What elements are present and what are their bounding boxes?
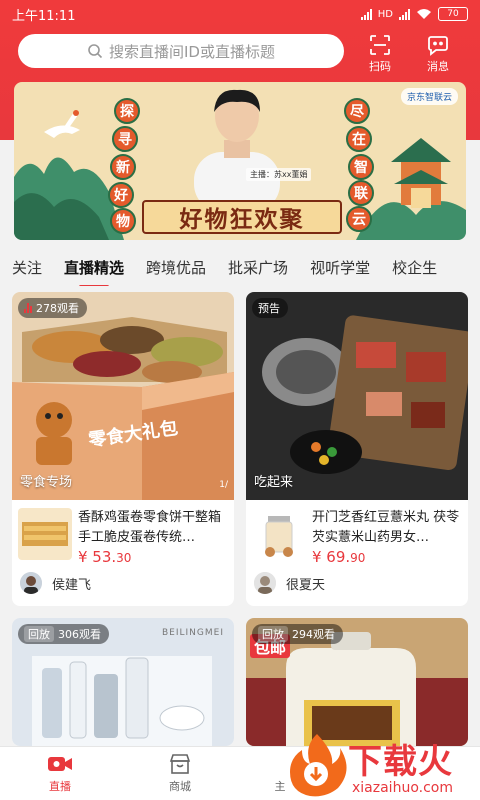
banner-char: 新	[110, 154, 136, 180]
live-card[interactable]: 零食大礼包 278观看 零食专场 1/ 香酥鸡蛋卷零食饼干整箱手工脆皮蛋卷传统……	[12, 292, 234, 606]
viewer-badge: 278观看	[18, 298, 87, 318]
banner-char: 在	[346, 126, 372, 152]
tab-school-enterprise[interactable]: 校企生	[392, 257, 437, 278]
replay-label: 回放	[258, 626, 288, 642]
banner-char: 好	[108, 182, 134, 208]
shop-icon	[169, 754, 191, 774]
watermark-text: 下载火	[348, 742, 453, 782]
viewer-count: 294观看	[292, 628, 335, 641]
brand-print: BEILINGMEI	[162, 628, 224, 638]
search-icon	[88, 44, 103, 59]
banner-pavilion	[356, 138, 466, 240]
replay-badge: 回放 294观看	[252, 624, 343, 644]
message-icon	[428, 36, 448, 56]
live-cover-image: 零食大礼包 278观看 零食专场 1/	[12, 292, 234, 500]
watermark-site: xiazaihuo.com	[352, 780, 453, 796]
promo-banner[interactable]: 京东智联云 主播：苏xx董娟 探 寻 新 好 物 尽 在 智 联 云 好物狂欢聚	[14, 82, 466, 240]
tab-featured-live[interactable]: 直播精选	[64, 257, 124, 278]
wifi-icon	[417, 9, 431, 19]
tab-audio-video[interactable]: 视听学堂	[310, 257, 370, 278]
viewer-count: 278观看	[36, 302, 79, 315]
tab-cross-border[interactable]: 跨境优品	[146, 257, 206, 278]
anchor-info[interactable]: 侯建飞	[20, 572, 91, 594]
snack-box-illustration	[12, 292, 234, 500]
price-main: ¥ 53.	[78, 548, 117, 566]
banner-char: 智	[348, 154, 374, 180]
tab-wholesale[interactable]: 批采广场	[228, 257, 288, 278]
viewer-count: 306观看	[58, 628, 101, 641]
avatar	[254, 572, 276, 594]
live-caption: 零食专场	[20, 475, 73, 490]
search-placeholder: 搜索直播间ID或直播标题	[109, 42, 275, 61]
banner-char: 联	[348, 180, 374, 206]
search-input[interactable]: 搜索直播间ID或直播标题	[18, 34, 344, 68]
live-cover-image: 预告 吃起来	[246, 292, 468, 500]
banner-char: 寻	[112, 126, 138, 152]
message-label: 消息	[427, 60, 449, 73]
nav-mall[interactable]: 商城	[140, 753, 220, 794]
avatar	[20, 572, 42, 594]
page-indicator: 1/	[219, 480, 228, 490]
status-bar: 上午11:11 HD 70	[0, 0, 480, 28]
status-icons: HD 70	[360, 7, 468, 21]
message-button[interactable]: 消息	[416, 34, 460, 74]
product-title: 香酥鸡蛋卷零食饼干整箱手工脆皮蛋卷传统…	[78, 510, 222, 545]
price-main: ¥ 69.	[312, 548, 351, 566]
product-thumbnail	[18, 508, 72, 560]
flame-logo-icon	[290, 734, 347, 797]
product-row[interactable]: 开门芝香红豆薏米丸 茯苓芡实薏米山药男女… ¥ 69.90	[252, 508, 462, 568]
nav-live-label: 直播	[49, 780, 71, 793]
banner-char: 尽	[344, 98, 370, 124]
replay-badge: 回放 306观看	[18, 624, 109, 644]
watermark: 下载火 xiazaihuo.com	[282, 730, 480, 800]
live-cover-image: 包邮 回放 294观看	[246, 618, 468, 746]
anchor-name: 侯建飞	[52, 577, 92, 593]
product-row[interactable]: 香酥鸡蛋卷零食饼干整箱手工脆皮蛋卷传统… ¥ 53.30	[18, 508, 228, 568]
live-cover-image: BEILINGMEI 回放 306观看	[12, 618, 234, 746]
live-card[interactable]: BEILINGMEI 回放 306观看	[12, 618, 234, 746]
banner-char: 物	[110, 208, 136, 234]
signal-icon-2	[399, 8, 410, 20]
live-indicator-icon	[24, 303, 32, 313]
live-card[interactable]: 包邮 回放 294观看	[246, 618, 468, 746]
category-tabs: 关注 直播精选 跨境优品 批采广场 视听学堂 校企生	[0, 248, 480, 286]
network-label: HD	[377, 8, 393, 20]
host-portrait	[194, 89, 280, 208]
product-title: 开门芝香红豆薏米丸 茯苓芡实薏米山药男女…	[312, 510, 460, 545]
anchor-name: 很夏天	[286, 577, 326, 593]
banner-title: 好物狂欢聚	[142, 200, 342, 234]
battery-icon: 70	[438, 7, 468, 21]
product-price: ¥ 69.90	[312, 548, 365, 566]
tab-follow[interactable]: 关注	[12, 257, 42, 278]
bbq-illustration	[246, 292, 468, 500]
live-camera-icon	[48, 757, 72, 771]
preview-badge: 预告	[252, 298, 288, 318]
brand-tag: 京东智联云	[400, 88, 458, 105]
preview-label: 预告	[258, 302, 280, 315]
banner-char: 云	[346, 206, 372, 232]
product-thumbnail	[252, 508, 306, 560]
nav-live[interactable]: 直播	[20, 753, 100, 794]
scan-icon	[370, 35, 390, 55]
live-caption: 吃起来	[254, 475, 294, 490]
product-price: ¥ 53.30	[78, 548, 131, 566]
live-card[interactable]: 预告 吃起来 开门芝香红豆薏米丸 茯苓芡实薏米山药男女… ¥ 69.90 很夏天	[246, 292, 468, 606]
scan-label: 扫码	[369, 60, 391, 73]
replay-label: 回放	[24, 626, 54, 642]
scan-button[interactable]: 扫码	[358, 34, 402, 74]
anchor-info[interactable]: 很夏天	[254, 572, 325, 594]
price-cents: 90	[350, 551, 366, 565]
host-name: 主播：苏xx董娟	[246, 168, 312, 181]
banner-char: 探	[114, 98, 140, 124]
nav-mall-label: 商城	[169, 780, 191, 793]
price-cents: 30	[116, 551, 132, 565]
signal-icon	[360, 8, 372, 20]
status-time: 上午11:11	[12, 8, 76, 24]
